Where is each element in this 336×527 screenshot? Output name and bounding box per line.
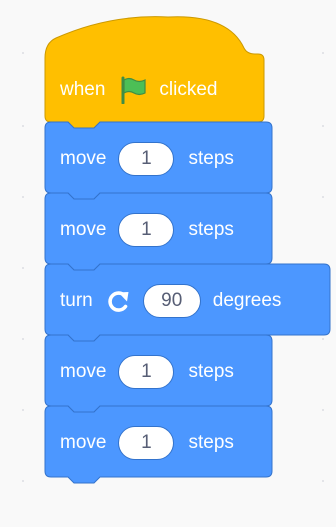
move-steps-block[interactable]: move 1 steps [60, 425, 234, 461]
block-script[interactable]: when clicked move 1 steps move 1 steps t… [0, 0, 336, 527]
turn-label: turn [60, 290, 93, 311]
move-label: move [60, 432, 107, 453]
rotate-clockwise-icon [105, 288, 131, 314]
steps-input[interactable]: 1 [118, 355, 175, 389]
degrees-input[interactable]: 90 [142, 284, 201, 318]
turn-degrees-block[interactable]: turn 90 degrees [60, 283, 281, 319]
steps-label: steps [188, 432, 234, 453]
move-label: move [60, 361, 107, 382]
hat-label-clicked: clicked [159, 79, 218, 100]
steps-label: steps [188, 219, 234, 240]
steps-label: steps [188, 148, 234, 169]
green-flag-icon [117, 76, 147, 104]
move-steps-block[interactable]: move 1 steps [60, 212, 234, 248]
steps-input[interactable]: 1 [118, 142, 175, 176]
steps-input[interactable]: 1 [118, 426, 175, 460]
when-flag-clicked-block[interactable]: when clicked [60, 72, 218, 108]
move-steps-block[interactable]: move 1 steps [60, 354, 234, 390]
move-label: move [60, 219, 107, 240]
degrees-label: degrees [212, 290, 282, 311]
steps-input[interactable]: 1 [118, 213, 175, 247]
move-label: move [60, 148, 107, 169]
move-steps-block[interactable]: move 1 steps [60, 141, 234, 177]
hat-label-when: when [60, 79, 106, 100]
steps-label: steps [188, 361, 234, 382]
